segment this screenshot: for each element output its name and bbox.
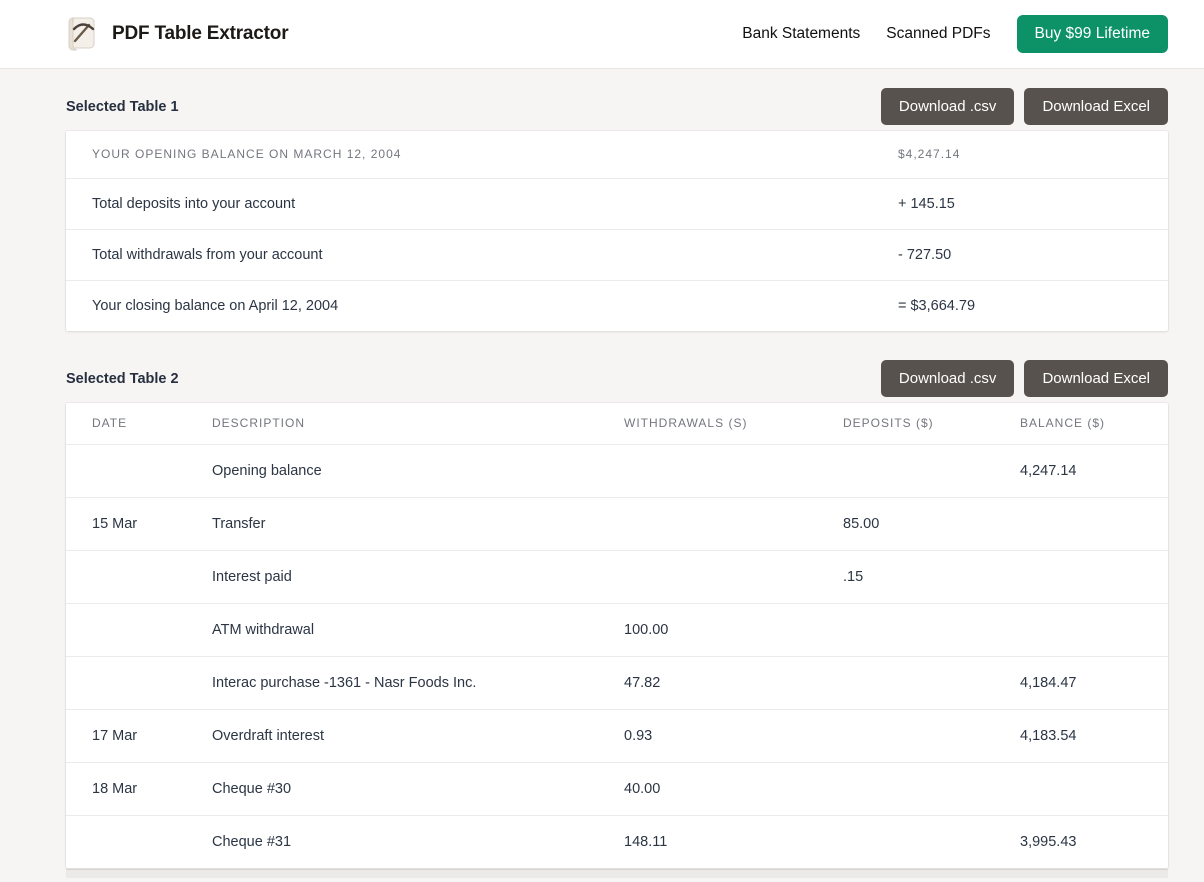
cell-description: Transfer [212, 515, 266, 532]
cell-description: ATM withdrawal [212, 621, 315, 638]
cell-withdrawal [624, 497, 843, 550]
cell-description: Overdraft interest [212, 727, 325, 744]
section2-title: Selected Table 2 [66, 370, 179, 387]
cell-description: Opening balance [212, 462, 322, 479]
cell-description: Cheque #30 [212, 780, 292, 797]
cell-description: Cheque #31 [212, 833, 292, 850]
header-cell: YOUR OPENING BALANCE ON MARCH 12, 2004 [92, 147, 402, 162]
cell-balance: 4,184.47 [1020, 674, 1077, 691]
cell-date [66, 603, 212, 656]
cell-date: 15 Mar [92, 515, 138, 532]
table-row: Total deposits into your account + 145.1… [66, 178, 1168, 229]
download-excel-button[interactable]: Download Excel [1024, 360, 1168, 397]
cell-date [66, 815, 212, 868]
row-value: - 727.50 [898, 246, 952, 263]
cell-date: 18 Mar [92, 780, 138, 797]
cell-description: Interest paid [212, 568, 292, 585]
cell-balance [1020, 603, 1168, 656]
transactions-table: DATE DESCRIPTION WITHDRAWALS (S) DEPOSIT… [66, 403, 1168, 868]
table1-card: YOUR OPENING BALANCE ON MARCH 12, 2004 $… [66, 131, 1168, 331]
cell-deposit [843, 815, 1020, 868]
cell-withdrawal: 148.11 [624, 833, 668, 850]
buy-lifetime-button[interactable]: Buy $99 Lifetime [1016, 14, 1168, 54]
table-header-row: DATE DESCRIPTION WITHDRAWALS (S) DEPOSIT… [66, 403, 1168, 444]
row-label: Total deposits into your account [92, 195, 296, 212]
download-csv-button[interactable]: Download .csv [880, 88, 1015, 125]
column-header-description: DESCRIPTION [212, 416, 306, 431]
section1-buttons: Download .csv Download Excel [880, 88, 1168, 125]
cell-withdrawal: 100.00 [624, 621, 669, 638]
cell-date [66, 444, 212, 497]
table-row: Opening balance 4,247.14 [66, 444, 1168, 497]
nav-bank-statements[interactable]: Bank Statements [742, 25, 860, 43]
section2-buttons: Download .csv Download Excel [880, 360, 1168, 397]
table-row: Total withdrawals from your account - 72… [66, 229, 1168, 280]
table-row: ATM withdrawal 100.00 [66, 603, 1168, 656]
download-excel-button[interactable]: Download Excel [1024, 88, 1168, 125]
cell-withdrawal [624, 550, 843, 603]
cell-balance [1020, 762, 1168, 815]
section2-header: Selected Table 2 Download .csv Download … [66, 360, 1168, 397]
row-value: + 145.15 [898, 195, 955, 212]
cell-date [66, 656, 212, 709]
header-cell: $4,247.14 [898, 147, 961, 162]
cell-deposit: .15 [843, 568, 864, 585]
next-card-top-sliver [66, 869, 1168, 878]
row-label: Total withdrawals from your account [92, 246, 323, 263]
cell-withdrawal: 0.93 [624, 727, 653, 744]
cell-withdrawal [624, 444, 843, 497]
summary-table: YOUR OPENING BALANCE ON MARCH 12, 2004 $… [66, 131, 1168, 331]
pickaxe-scroll-icon[interactable] [66, 16, 98, 52]
header-nav: Bank Statements Scanned PDFs Buy $99 Lif… [742, 14, 1168, 54]
section1-title: Selected Table 1 [66, 98, 179, 115]
column-header-withdrawals: WITHDRAWALS (S) [624, 416, 748, 431]
cell-description: Interac purchase -1361 - Nasr Foods Inc. [212, 674, 477, 691]
main-content: Selected Table 1 Download .csv Download … [66, 88, 1168, 878]
row-value: = $3,664.79 [898, 297, 976, 314]
cell-deposit [843, 603, 1020, 656]
cell-balance [1020, 497, 1168, 550]
table-row: Interac purchase -1361 - Nasr Foods Inc.… [66, 656, 1168, 709]
app-header: PDF Table Extractor Bank Statements Scan… [0, 0, 1204, 69]
nav-scanned-pdfs[interactable]: Scanned PDFs [886, 25, 990, 43]
cell-deposit [843, 656, 1020, 709]
table-row: 18 Mar Cheque #30 40.00 [66, 762, 1168, 815]
download-csv-button[interactable]: Download .csv [880, 360, 1015, 397]
cell-deposit [843, 444, 1020, 497]
column-header-date: DATE [92, 416, 128, 431]
table-header-row: YOUR OPENING BALANCE ON MARCH 12, 2004 $… [66, 131, 1168, 178]
section1-header: Selected Table 1 Download .csv Download … [66, 88, 1168, 125]
table-row: 17 Mar Overdraft interest 0.93 4,183.54 [66, 709, 1168, 762]
cell-balance: 4,247.14 [1020, 462, 1077, 479]
table-row: Cheque #31 148.11 3,995.43 [66, 815, 1168, 868]
cell-deposit [843, 762, 1020, 815]
cell-date: 17 Mar [92, 727, 138, 744]
table-row: 15 Mar Transfer 85.00 [66, 497, 1168, 550]
page-title: PDF Table Extractor [112, 23, 289, 44]
cell-deposit [843, 709, 1020, 762]
cell-deposit: 85.00 [843, 515, 880, 532]
column-header-balance: BALANCE ($) [1020, 416, 1106, 431]
row-label: Your closing balance on April 12, 2004 [92, 297, 339, 314]
cell-withdrawal: 47.82 [624, 674, 661, 691]
cell-date [66, 550, 212, 603]
table2-card: DATE DESCRIPTION WITHDRAWALS (S) DEPOSIT… [66, 403, 1168, 868]
cell-balance: 3,995.43 [1020, 833, 1077, 850]
cell-withdrawal: 40.00 [624, 780, 661, 797]
cell-balance [1020, 550, 1168, 603]
table-row: Interest paid .15 [66, 550, 1168, 603]
table-row: Your closing balance on April 12, 2004 =… [66, 280, 1168, 331]
cell-balance: 4,183.54 [1020, 727, 1077, 744]
column-header-deposits: DEPOSITS ($) [843, 416, 934, 431]
